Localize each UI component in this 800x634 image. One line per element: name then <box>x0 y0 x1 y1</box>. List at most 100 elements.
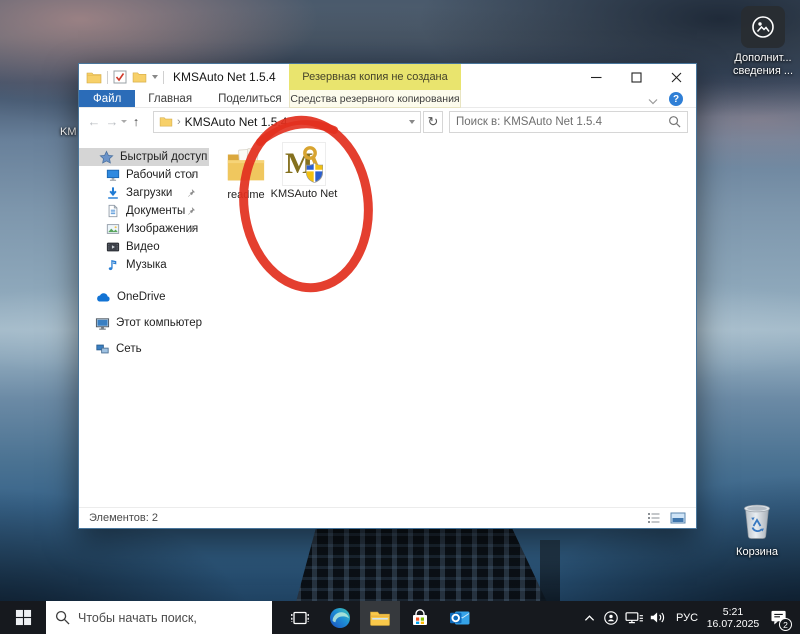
network-icon <box>95 342 110 356</box>
separator <box>163 71 164 84</box>
thumbnail-view-icon[interactable] <box>670 512 686 524</box>
pin-icon <box>186 188 196 201</box>
new-folder-icon[interactable] <box>132 71 147 83</box>
outlook-button[interactable] <box>440 601 480 634</box>
kmsauto-app-icon: M <box>282 142 326 186</box>
file-name: KMSAuto Net <box>269 188 339 201</box>
notification-badge: 2 <box>779 618 792 631</box>
ribbon-tabs: Файл Главная Поделиться Вид Средства рез… <box>79 90 696 108</box>
sidebar-item-onedrive[interactable]: OneDrive <box>79 288 209 306</box>
properties-checkbox-icon[interactable] <box>113 70 127 84</box>
desktop-shortcut-label-line1: Дополнит... <box>718 52 800 65</box>
title-bar: KMSAuto Net 1.5.4 Резервная копия не соз… <box>79 64 696 90</box>
start-button[interactable] <box>0 601 46 634</box>
refresh-button[interactable]: ↻ <box>423 111 443 133</box>
taskbar-search <box>46 601 272 634</box>
clock-time: 5:21 <box>704 606 762 618</box>
sidebar-item-documents[interactable]: Документы <box>79 202 209 220</box>
volume-icon[interactable] <box>646 601 670 634</box>
maximize-button[interactable] <box>616 64 656 91</box>
language-indicator[interactable]: РУС <box>670 612 704 624</box>
taskbar-search-input[interactable] <box>78 611 263 625</box>
separator <box>107 71 108 84</box>
microsoft-store-icon <box>410 608 430 628</box>
action-center-button[interactable]: 2 <box>762 601 796 634</box>
microsoft-store-button[interactable] <box>400 601 440 634</box>
clock-date: 16.07.2025 <box>704 618 762 630</box>
status-bar: Элементов: 2 <box>79 507 696 527</box>
sidebar-item-music[interactable]: Музыка <box>79 256 209 274</box>
recycle-bin[interactable]: Корзина <box>724 501 790 559</box>
up-button[interactable]: ↑ <box>127 112 145 132</box>
sidebar-item-desktop[interactable]: Рабочий стол <box>79 166 209 184</box>
documents-icon <box>106 204 120 218</box>
tab-file[interactable]: Файл <box>79 90 135 107</box>
window-controls <box>576 64 696 91</box>
back-button[interactable]: ← <box>85 112 103 132</box>
file-explorer-button[interactable] <box>360 601 400 634</box>
minimize-button[interactable] <box>576 64 616 91</box>
tab-home[interactable]: Главная <box>135 90 205 107</box>
navigation-pane: Быстрый доступ Рабочий стол <box>79 135 209 507</box>
pin-icon <box>186 224 196 237</box>
sidebar-item-this-pc[interactable]: Этот компьютер <box>79 314 209 332</box>
address-breadcrumb[interactable]: › KMSAuto Net 1.5.4 <box>153 111 421 133</box>
explorer-search <box>449 111 688 133</box>
details-view-icon[interactable] <box>647 512 661 524</box>
task-view-icon <box>290 609 310 627</box>
pin-icon <box>186 170 196 183</box>
star-icon <box>99 150 114 165</box>
explorer-window: KMSAuto Net 1.5.4 Резервная копия не соз… <box>78 63 697 529</box>
close-button[interactable] <box>656 64 696 91</box>
system-tray: РУС 5:21 16.07.2025 2 <box>578 601 800 634</box>
music-icon <box>106 258 120 272</box>
wallpaper-pier <box>296 526 552 602</box>
taskbar: РУС 5:21 16.07.2025 2 <box>0 601 800 634</box>
quick-access-toolbar <box>86 70 164 84</box>
sidebar-label: Этот компьютер <box>116 317 202 329</box>
tab-backup-tools[interactable]: Средства резервного копирования <box>289 90 461 108</box>
explorer-search-input[interactable] <box>456 116 664 128</box>
tab-share[interactable]: Поделиться <box>205 90 295 107</box>
sidebar-label: Быстрый доступ <box>120 151 207 163</box>
tray-overflow-chevron-icon[interactable] <box>578 601 600 634</box>
sidebar-item-downloads[interactable]: Загрузки <box>79 184 209 202</box>
desktop-icon <box>106 168 120 182</box>
file-kmsauto-net[interactable]: M <box>269 142 339 201</box>
sidebar-item-pictures[interactable]: Изображения <box>79 220 209 238</box>
sidebar-item-network[interactable]: Сеть <box>79 340 209 358</box>
window-title: KMSAuto Net 1.5.4 <box>173 70 276 84</box>
forward-button[interactable]: → <box>103 112 121 132</box>
backup-status-banner: Резервная копия не создана <box>289 64 461 90</box>
clock[interactable]: 5:21 16.07.2025 <box>704 606 762 630</box>
help-button[interactable]: ? <box>669 92 683 106</box>
network-status-icon[interactable] <box>622 601 646 634</box>
sidebar-label: Загрузки <box>126 187 172 199</box>
ribbon-expand-chevron-icon[interactable] <box>648 94 658 108</box>
taskbar-apps <box>280 601 480 634</box>
windows-logo-icon <box>15 609 32 626</box>
edge-button[interactable] <box>320 601 360 634</box>
view-toggles <box>647 512 686 524</box>
desktop-shortcut-info[interactable]: Дополнит... сведения ... <box>718 6 800 78</box>
sidebar-item-videos[interactable]: Видео <box>79 238 209 256</box>
desktop-shortcut-label-line2: сведения ... <box>718 65 800 78</box>
meet-now-icon[interactable] <box>600 601 622 634</box>
computer-icon <box>95 316 110 331</box>
items-count: Элементов: 2 <box>89 512 158 524</box>
search-icon[interactable] <box>668 115 681 128</box>
downloads-icon <box>106 186 120 200</box>
onedrive-cloud-icon <box>95 292 111 303</box>
pictures-icon <box>106 222 120 236</box>
video-icon <box>106 240 120 254</box>
explorer-folder-icon <box>86 71 102 84</box>
qat-customize-chevron-icon[interactable] <box>152 75 158 79</box>
sidebar-label: Сеть <box>116 343 142 355</box>
desktop-shortcut-label-partial: KM <box>60 126 77 139</box>
address-dropdown-chevron-icon[interactable] <box>409 120 415 124</box>
sidebar-label: Документы <box>126 205 185 217</box>
file-explorer-icon <box>369 609 391 627</box>
sidebar-item-quick-access[interactable]: Быстрый доступ <box>79 148 209 166</box>
breadcrumb-folder[interactable]: KMSAuto Net 1.5.4 <box>185 115 405 129</box>
task-view-button[interactable] <box>280 601 320 634</box>
